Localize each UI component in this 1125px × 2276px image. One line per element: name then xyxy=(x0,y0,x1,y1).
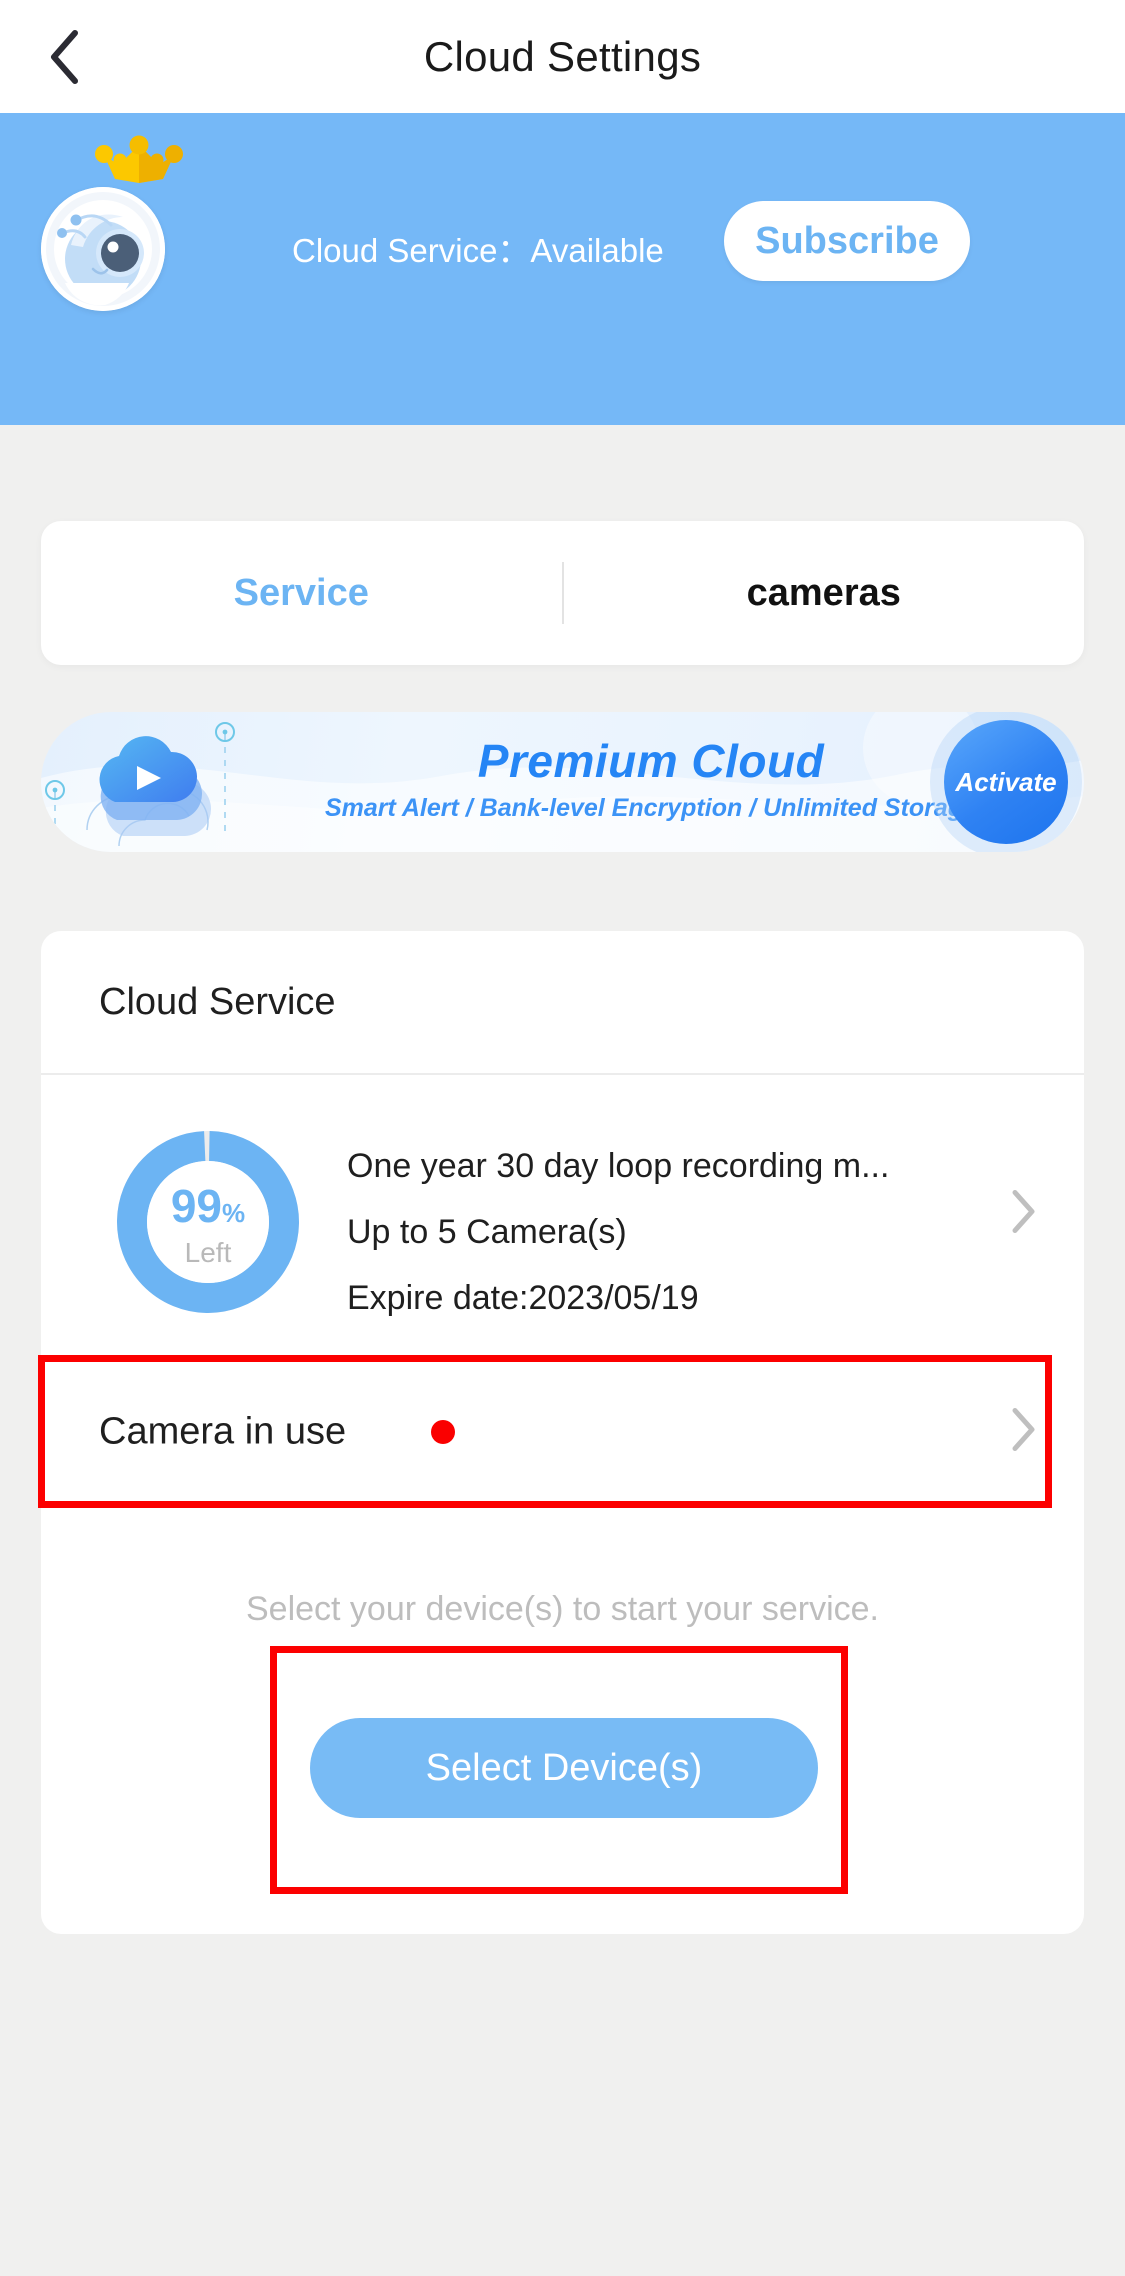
activate-button[interactable]: Activate xyxy=(944,720,1068,844)
usage-percent-symbol: % xyxy=(222,1198,246,1228)
tabs-card: Service cameras xyxy=(41,521,1084,665)
plan-line-name: One year 30 day loop recording m... xyxy=(347,1147,890,1185)
hero-banner: Cloud Service：Available Subscribe xyxy=(0,113,1125,425)
camera-in-use-label: Camera in use xyxy=(99,1410,347,1453)
select-devices-button-label: Select Device(s) xyxy=(425,1746,703,1789)
tab-cameras[interactable]: cameras xyxy=(564,572,1085,615)
tab-service[interactable]: Service xyxy=(41,572,562,615)
select-devices-button[interactable]: Select Device(s) xyxy=(310,1718,818,1818)
cloud-stack-play-icon xyxy=(79,724,279,852)
activate-button-label: Activate xyxy=(955,766,1057,797)
plan-line-expire: Expire date:2023/05/19 xyxy=(347,1279,699,1317)
usage-caption: Left xyxy=(184,1237,232,1268)
camera-mascot-avatar xyxy=(41,187,165,311)
promo-title: Premium Cloud xyxy=(477,735,825,787)
chevron-right-icon xyxy=(1012,1408,1036,1457)
chevron-right-icon xyxy=(1012,1190,1036,1239)
red-status-dot-icon xyxy=(431,1420,455,1444)
cloud-service-status: Cloud Service：Available xyxy=(292,232,664,269)
usage-ring: 99% Left xyxy=(113,1127,303,1317)
select-device-hint: Select your device(s) to start your serv… xyxy=(245,1590,879,1628)
plan-row[interactable]: 99% Left One year 30 day loop recording … xyxy=(41,1075,1084,1353)
plan-line-cameras: Up to 5 Camera(s) xyxy=(347,1213,627,1251)
camera-in-use-row[interactable]: Camera in use xyxy=(41,1357,1084,1507)
usage-percent: 99% xyxy=(113,1183,303,1236)
promo-subtitle: Smart Alert / Bank-level Encryption / Un… xyxy=(324,794,977,822)
subscribe-button-label: Subscribe xyxy=(755,219,939,262)
subscribe-button[interactable]: Subscribe xyxy=(724,201,970,281)
back-button[interactable] xyxy=(34,27,94,87)
usage-percent-value: 99 xyxy=(170,1180,223,1232)
app-header: Cloud Settings xyxy=(0,0,1125,113)
chevron-left-icon xyxy=(49,29,79,84)
avatar-with-crown xyxy=(41,135,183,311)
cloud-service-card-title: Cloud Service xyxy=(99,980,336,1023)
page-title: Cloud Settings xyxy=(423,32,702,80)
plan-details: One year 30 day loop recording m... Up t… xyxy=(347,1133,947,1331)
premium-cloud-banner[interactable]: Premium Cloud Smart Alert / Bank-level E… xyxy=(41,712,1084,852)
